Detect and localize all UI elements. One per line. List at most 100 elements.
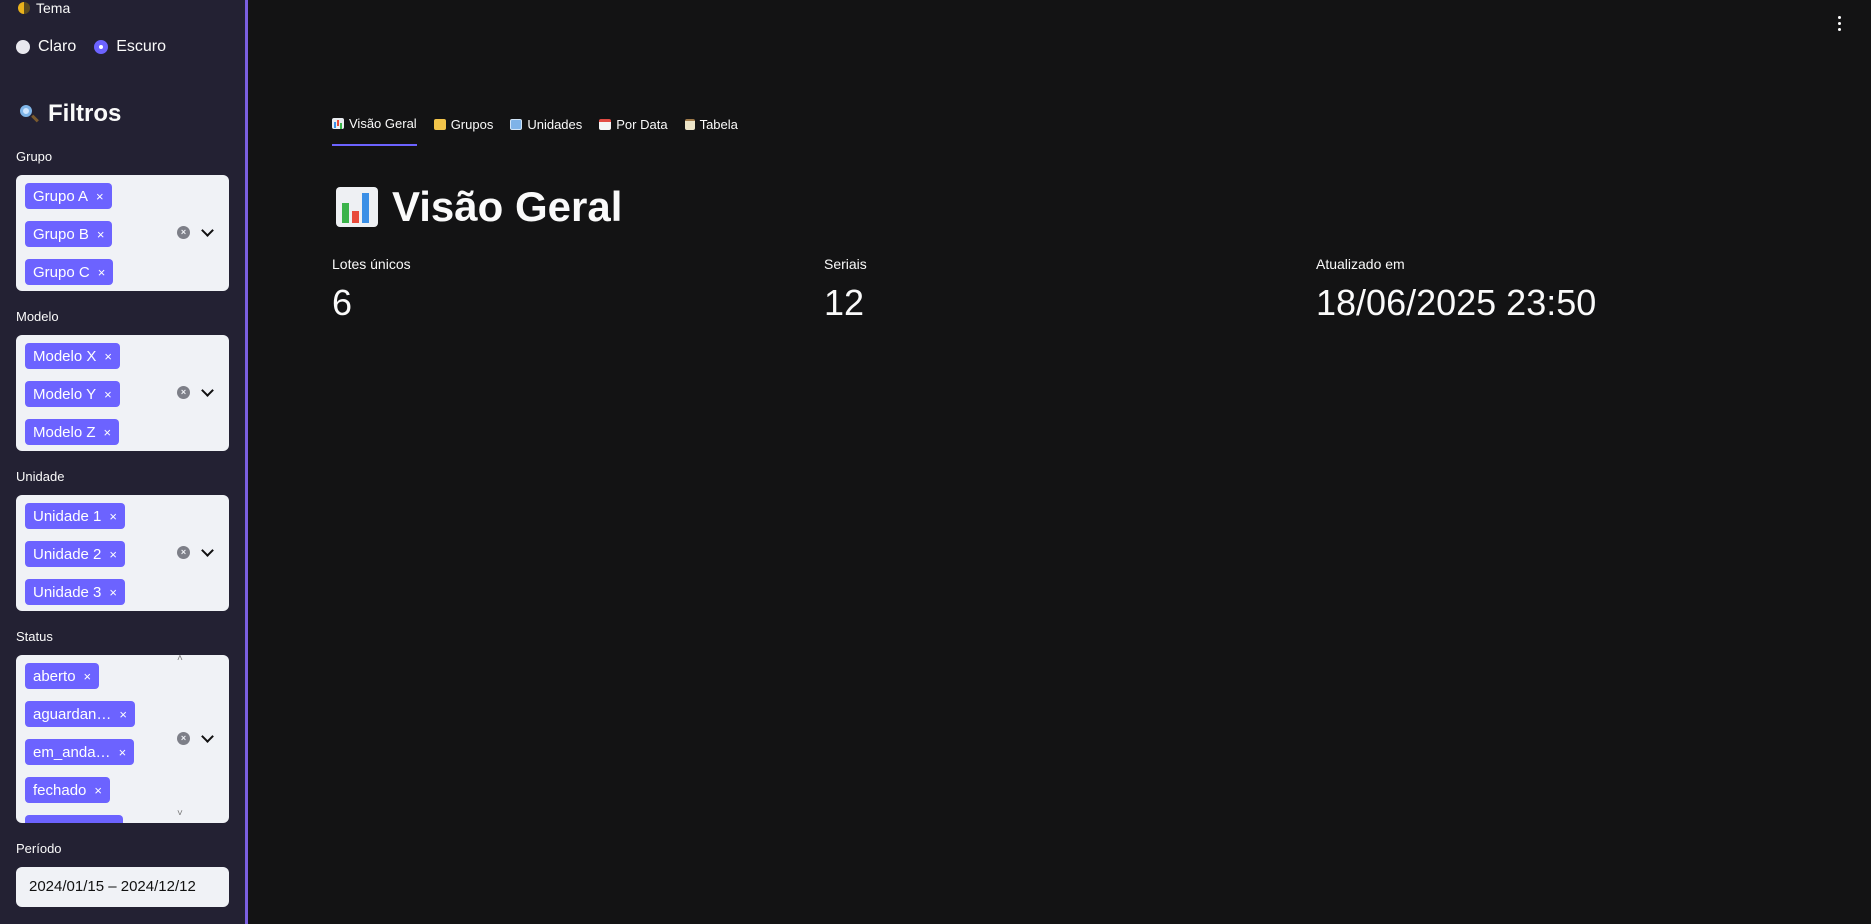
filters-heading-text: Filtros — [48, 100, 122, 127]
page-title-text: Visão Geral — [392, 183, 623, 230]
clear-all-icon[interactable]: × — [177, 226, 190, 239]
theme-label: Tema — [18, 0, 70, 16]
filters-heading: Filtros — [18, 100, 121, 128]
modelo-tag: Modelo Y × — [25, 381, 120, 407]
unidade-multiselect[interactable]: Unidade 1 × Unidade 2 × Unidade 3 × × — [16, 495, 229, 611]
tag-remove-icon[interactable]: × — [109, 547, 117, 562]
tag-remove-icon[interactable]: × — [84, 669, 92, 684]
status-tag: em_anda… × — [25, 739, 135, 765]
status-label: Status — [16, 629, 53, 644]
clear-all-icon[interactable]: × — [177, 732, 190, 745]
metric-label: Lotes únicos — [332, 256, 411, 272]
bar-chart-icon — [336, 187, 378, 227]
modelo-tag: Modelo X × — [25, 343, 120, 369]
metric-value: 6 — [332, 282, 353, 323]
status-multiselect[interactable]: ˄ aberto × aguardan… × em_anda… × fechado × … — [16, 655, 229, 823]
metric-value: 18/06/2025 23:50 — [1316, 282, 1597, 323]
status-tag-partial — [25, 815, 123, 823]
building-icon — [510, 119, 523, 130]
tab-visao-geral[interactable]: Visão Geral — [332, 116, 417, 146]
tag-label: Modelo Y — [33, 385, 97, 403]
tag-remove-icon[interactable]: × — [119, 745, 127, 760]
metric-lotes-unicos: Lotes únicos 6 — [332, 256, 411, 324]
status-tag: aguardan… × — [25, 701, 135, 727]
radio-label: Escuro — [116, 38, 167, 55]
clear-all-icon[interactable]: × — [177, 386, 190, 399]
chevron-down-icon[interactable] — [202, 226, 212, 236]
tag-remove-icon[interactable]: × — [104, 349, 112, 364]
radio-label: Claro — [38, 38, 77, 55]
chevron-down-icon[interactable] — [202, 386, 212, 396]
metric-atualizado-em: Atualizado em 18/06/2025 23:50 — [1316, 256, 1596, 324]
bar-chart-icon — [332, 118, 344, 129]
radio-checked-icon — [94, 40, 109, 54]
unidade-tag: Unidade 2 × — [25, 541, 125, 567]
theme-radio-claro[interactable]: Claro — [16, 38, 76, 56]
tag-label: Modelo X — [33, 347, 97, 365]
grupo-tag: Grupo A × — [25, 183, 112, 209]
status-tag: fechado × — [25, 777, 110, 803]
sidebar: Tema Claro Escuro Filtros Grupo Grupo A ×… — [0, 0, 248, 924]
unidade-label: Unidade — [16, 469, 65, 484]
tab-tabela[interactable]: Tabela — [684, 116, 738, 146]
chevron-down-icon[interactable] — [202, 732, 212, 742]
unidade-tag: Unidade 1 × — [25, 503, 125, 529]
unidade-tag: Unidade 3 × — [25, 579, 125, 605]
date-range-input[interactable]: 2024/01/15 – 2024/12/12 — [16, 867, 229, 907]
tag-remove-icon[interactable]: × — [96, 189, 104, 204]
scroll-up-icon[interactable]: ˄ — [177, 655, 183, 664]
theme-label-text: Tema — [36, 0, 71, 16]
tag-remove-icon[interactable]: × — [109, 509, 117, 524]
metric-label: Seriais — [824, 256, 867, 272]
more-menu-icon[interactable] — [1838, 16, 1842, 34]
modelo-multiselect[interactable]: Modelo X × Modelo Y × Modelo Z × × — [16, 335, 229, 451]
tag-label: aguardan… — [33, 705, 112, 723]
scroll-down-icon[interactable]: ˅ — [177, 808, 183, 819]
theme-radio-group: Claro Escuro — [16, 38, 166, 56]
folder-icon — [433, 119, 446, 130]
tag-label: Unidade 2 — [33, 545, 102, 563]
theme-radio-escuro[interactable]: Escuro — [94, 38, 166, 56]
tag-remove-icon[interactable]: × — [104, 425, 112, 440]
tag-label: Unidade 1 — [33, 507, 102, 525]
tab-label: Visão Geral — [349, 116, 417, 131]
grupo-tag: Grupo C × — [25, 259, 114, 285]
tag-label: Grupo C — [33, 263, 90, 281]
calendar-icon — [599, 119, 612, 130]
metric-value: 12 — [824, 282, 865, 323]
tab-label: Grupos — [450, 117, 494, 132]
tag-label: Grupo B — [33, 225, 89, 243]
tag-label: Modelo Z — [33, 423, 96, 441]
tab-unidades[interactable]: Unidades — [510, 116, 582, 146]
magnifier-icon — [18, 103, 40, 125]
page-title: Visão Geral — [336, 183, 622, 231]
clipboard-icon — [684, 119, 695, 130]
metric-seriais: Seriais 12 — [824, 256, 867, 324]
radio-unchecked-icon — [16, 40, 30, 54]
chevron-down-icon[interactable] — [202, 546, 212, 556]
tag-label: Unidade 3 — [33, 583, 102, 601]
tag-remove-icon[interactable]: × — [109, 585, 117, 600]
tag-remove-icon[interactable]: × — [104, 387, 112, 402]
tag-remove-icon[interactable]: × — [97, 227, 105, 242]
tag-remove-icon[interactable]: × — [119, 707, 127, 722]
tag-label: Grupo A — [33, 187, 89, 205]
tag-remove-icon[interactable]: × — [94, 783, 102, 798]
metric-label: Atualizado em — [1316, 256, 1405, 272]
tag-label: em_anda… — [33, 743, 111, 761]
status-tag: aberto × — [25, 663, 100, 689]
grupo-tag: Grupo B × — [25, 221, 113, 247]
tab-grupos[interactable]: Grupos — [433, 116, 494, 146]
clear-all-icon[interactable]: × — [177, 546, 190, 559]
modelo-label: Modelo — [16, 309, 59, 324]
moon-icon — [18, 2, 30, 14]
periodo-label: Período — [16, 841, 62, 856]
tab-label: Unidades — [527, 117, 583, 132]
tab-bar: Visão Geral Grupos Unidades Por Data Tab… — [332, 116, 738, 146]
tag-label: fechado — [33, 781, 87, 799]
tag-remove-icon[interactable]: × — [98, 265, 106, 280]
tag-label: aberto — [33, 667, 76, 685]
modelo-tag: Modelo Z × — [25, 419, 120, 445]
tab-por-data[interactable]: Por Data — [599, 116, 668, 146]
grupo-multiselect[interactable]: Grupo A × Grupo B × Grupo C × × — [16, 175, 229, 291]
